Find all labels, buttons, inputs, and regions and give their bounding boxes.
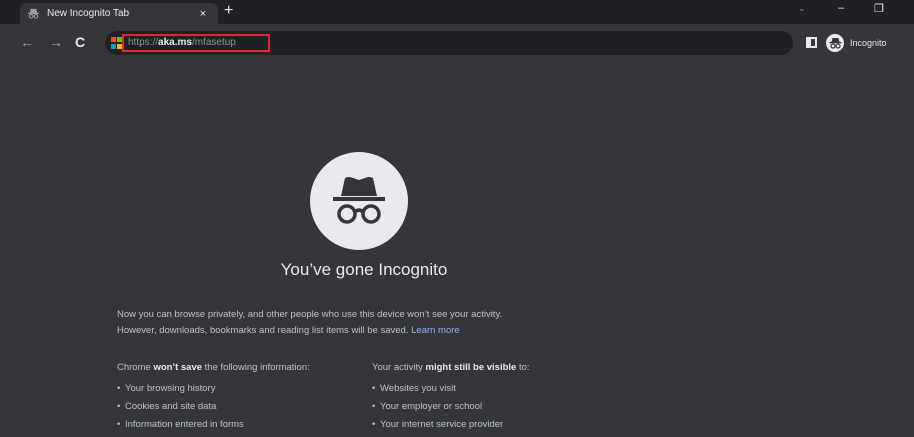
- list-item: Your internet service provider: [372, 416, 632, 434]
- list-item: Cookies and site data: [117, 398, 357, 416]
- tab-title: New Incognito Tab: [47, 8, 130, 19]
- intro-line-2: However, downloads, bookmarks and readin…: [117, 325, 460, 336]
- toolbar: ← → C https://aka.ms/mfasetup Incognito: [0, 24, 914, 64]
- restore-icon[interactable]: ❐: [874, 2, 884, 15]
- list-item: Your employer or school: [372, 398, 632, 416]
- side-panel-icon[interactable]: [806, 37, 817, 48]
- tab-strip: New Incognito Tab × + ⌄ – ❐: [0, 0, 914, 24]
- list-item: Information entered in forms: [117, 416, 357, 434]
- tab-close-icon[interactable]: ×: [196, 8, 210, 20]
- incognito-hero-icon: [310, 152, 408, 250]
- intro-line-1: Now you can browse privately, and other …: [117, 309, 503, 320]
- still-visible-section: Your activity might still be visible to:…: [372, 362, 632, 434]
- intro-text: Now you can browse privately, and other …: [117, 307, 637, 339]
- new-tab-button[interactable]: +: [224, 2, 233, 20]
- address-bar[interactable]: https://aka.ms/mfasetup: [105, 31, 793, 55]
- incognito-profile-button[interactable]: Incognito: [826, 32, 887, 54]
- incognito-page: You’ve gone Incognito Now you can browse…: [0, 64, 914, 437]
- page-title: You’ve gone Incognito: [280, 260, 448, 279]
- still-visible-list: Websites you visit Your employer or scho…: [372, 380, 632, 434]
- url-path: /mfasetup: [191, 37, 236, 48]
- list-item: Your browsing history: [117, 380, 357, 398]
- url-scheme: https://: [128, 37, 159, 48]
- still-visible-heading: Your activity might still be visible to:: [372, 362, 530, 373]
- reload-icon[interactable]: C: [75, 34, 85, 50]
- tab-new-incognito[interactable]: New Incognito Tab ×: [20, 3, 218, 24]
- forward-icon[interactable]: →: [49, 34, 63, 50]
- incognito-icon: [28, 8, 39, 19]
- incognito-avatar-icon: [826, 34, 844, 52]
- url-host: aka.ms: [158, 37, 192, 48]
- learn-more-link[interactable]: Learn more: [411, 325, 460, 336]
- profile-label: Incognito: [850, 38, 887, 48]
- tab-search-icon[interactable]: ⌄: [798, 3, 806, 14]
- back-icon[interactable]: ←: [20, 34, 34, 50]
- wont-save-heading: Chrome won’t save the following informat…: [117, 362, 310, 373]
- minimize-icon[interactable]: –: [838, 2, 844, 14]
- url-text[interactable]: https://aka.ms/mfasetup: [122, 34, 270, 52]
- list-item: Websites you visit: [372, 380, 632, 398]
- wont-save-list: Your browsing history Cookies and site d…: [117, 380, 357, 434]
- wont-save-section: Chrome won’t save the following informat…: [117, 362, 357, 434]
